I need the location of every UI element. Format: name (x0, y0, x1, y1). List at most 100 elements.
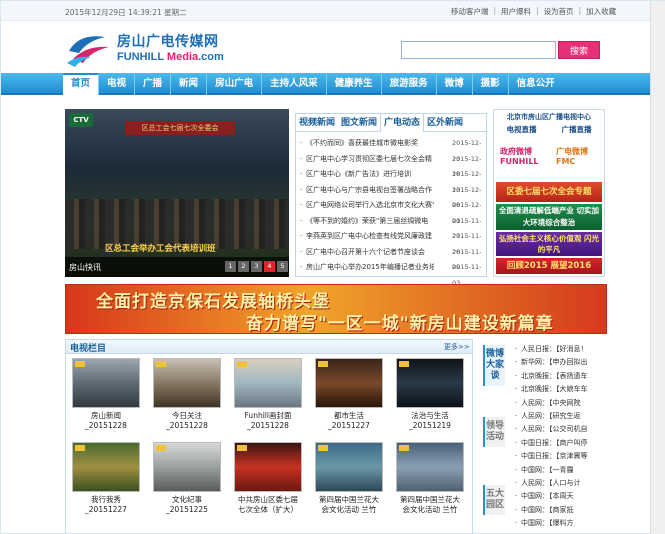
link-user-report[interactable]: 用户爆料 (501, 6, 531, 17)
slide-dot-5[interactable]: 5 (277, 261, 288, 272)
weibo-item[interactable]: 人民日报：【好消息！ (515, 343, 609, 356)
news-item[interactable]: 《等不到的婚约》荣获"第三届丝绸微电2015-11-27 (300, 214, 484, 241)
weibo-item[interactable]: 中国网：【本周天 (515, 490, 609, 503)
weibo-item[interactable]: 新华网：【申办回拟出 (515, 356, 609, 369)
tv-program-card[interactable]: 第四届中国兰花大 会文化活动 兰竹 (396, 442, 464, 515)
program-thumbnail (315, 358, 383, 408)
nav-home[interactable]: 首页 (63, 73, 100, 95)
review-2015-banner[interactable]: 回顾2015 展望2016 (496, 258, 602, 274)
nav-info-public[interactable]: 信息公开 (509, 73, 563, 95)
logo-mark-icon (67, 36, 109, 67)
tab-leader-activities[interactable]: 领导活动 (483, 417, 505, 447)
news-item[interactable]: 李燕英到区广电中心检查有线党风廉政建2015-11-26 (300, 229, 484, 256)
vertical-scrollbar[interactable] (650, 1, 665, 534)
weibo-item[interactable]: 人民网：【中央网院 (515, 397, 609, 410)
tab-broadcast-updates[interactable]: 广电动态 (380, 114, 425, 132)
slideshow-caption[interactable]: 房山快讯 (69, 262, 101, 273)
slide-dot-2[interactable]: 2 (238, 261, 249, 272)
program-thumbnail (396, 442, 464, 492)
nav-news[interactable]: 新闻 (171, 73, 208, 95)
tv-program-card[interactable]: Funhill画封面 _20151228 (234, 358, 302, 431)
news-tabs: 视频新闻 图文新闻 广电动态 区外新闻 (296, 114, 486, 132)
slide-dot-4[interactable]: 4 (264, 261, 275, 272)
radio-live-link[interactable]: 广播直播 (562, 124, 592, 135)
tab-video-news[interactable]: 视频新闻 (296, 114, 338, 132)
tv-program-card[interactable]: 都市生活 _20151227 (315, 358, 383, 431)
news-item[interactable]: 区广电中心与广宗县电视台签署战略合作2015-12-08 (300, 183, 484, 210)
nav-health[interactable]: 健康养生 (327, 73, 382, 95)
gov-weibo-icon[interactable]: 政府微博 FUNHILL (500, 146, 544, 176)
tab-photo-news[interactable]: 图文新闻 (338, 114, 380, 132)
nav-radio[interactable]: 广播 (135, 73, 172, 95)
news-item[interactable]: 区广电网络公司举行入选北京市文化大赛节2015-12-01 (300, 198, 484, 225)
nav-travel[interactable]: 旅游服务 (382, 73, 437, 95)
nav-hosts[interactable]: 主持人风采 (262, 73, 327, 95)
tv-program-card[interactable]: 法治与生活 _20151219 (396, 358, 464, 431)
plenary-special-banner[interactable]: 区委七届七次全会专题 (496, 182, 602, 202)
weibo-item[interactable]: 中国网：【商家抵 (515, 504, 609, 517)
program-caption: 都市生活 _20151227 (328, 411, 370, 430)
news-item[interactable]: 《不约而同》喜获最佳城市微电影奖2015-12-23 (300, 136, 484, 163)
tab-outside-news[interactable]: 区外新闻 (424, 114, 466, 132)
weibo-item[interactable]: 人民网：【研究生返 (515, 410, 609, 423)
news-tabs-box: 视频新闻 图文新闻 广电动态 区外新闻 《不约而同》喜获最佳城市微电影奖2015… (295, 113, 487, 287)
program-thumbnail (153, 442, 221, 492)
live-links: 电视直播 广播直播 (494, 124, 604, 135)
tab-weibo-discussion[interactable]: 微博大家谈 (483, 345, 505, 386)
tv-program-card[interactable]: 文化纪事 _20151225 (153, 442, 221, 515)
weibo-item[interactable]: 中国日报：【京津冀等 (515, 450, 609, 463)
weibo-item[interactable]: 北京晚报：【表扬遗车 (515, 370, 609, 383)
news-slideshow[interactable]: 区总工会七届七次全委会 CTV 区总工会举办工会代表培训班 房山快讯 1 2 3… (65, 109, 289, 277)
logo-english-name: FUNHILL Media.com (117, 51, 224, 63)
link-add-favorite[interactable]: 加入收藏 (586, 6, 616, 17)
site-logo[interactable]: 房山广电传媒网 FUNHILL Media.com (65, 27, 265, 69)
core-values-banner[interactable]: 弘扬社会主义核心价值观 闪光的平凡 (496, 232, 602, 256)
weibo-item[interactable]: 北京晚报：【大娘车车 (515, 383, 609, 396)
tab-five-parks[interactable]: 五大园区 (483, 485, 505, 515)
ctv-logo-icon: CTV (69, 113, 93, 127)
tv-program-card[interactable]: 房山新闻 _20151228 (72, 358, 140, 431)
slide-dot-1[interactable]: 1 (225, 261, 236, 272)
search-button[interactable]: 搜索 (558, 41, 600, 59)
tv-programs-section: 电视栏目 更多>> 房山新闻 _20151228 今日关注 _20151228 Fu… (65, 339, 473, 534)
nav-tv[interactable]: 电视 (99, 73, 136, 95)
weibo-item[interactable]: 中国网：【爆料方 (515, 517, 609, 530)
program-caption: 今日关注 _20151228 (166, 411, 208, 430)
separator: | (536, 6, 539, 15)
tv-section-title: 电视栏目 (70, 344, 107, 354)
logo-chinese-name: 房山广电传媒网 (117, 34, 219, 50)
program-caption: 法治与生活 _20151219 (409, 411, 451, 430)
program-thumbnail (72, 358, 140, 408)
program-thumbnail (234, 442, 302, 492)
weibo-item[interactable]: 人民网：【公交司机自 (515, 423, 609, 436)
news-item[interactable]: 区广电中心召开第十六个记者节座谈会2015-11-09 (300, 245, 484, 272)
news-item[interactable]: 房山广电中心举办2015年编播记者业务培2015-11-03 (300, 260, 484, 287)
nav-fangshan-broadcast[interactable]: 房山广电 (207, 73, 263, 95)
slide-dot-3[interactable]: 3 (251, 261, 262, 272)
tv-more-link[interactable]: 更多>> (444, 342, 470, 352)
broadcast-weibo-icon[interactable]: 广电微博 FMC (556, 146, 600, 176)
search-area: 搜索 (401, 41, 601, 59)
tv-live-link[interactable]: 电视直播 (507, 124, 537, 135)
link-mobile-client[interactable]: 移动客户端 (451, 6, 489, 17)
nav-weibo[interactable]: 微博 (437, 73, 473, 95)
program-caption: Funhill画封面 _20151228 (244, 411, 292, 430)
link-set-homepage[interactable]: 设为首页 (544, 6, 574, 17)
industry-cleanup-banner[interactable]: 全面清退疏解低端产业 切实加大环境综合整治 (496, 204, 602, 230)
page: 2015年12月29日 14:39:21 星期二 移动客户端 | 用户爆料 | … (0, 0, 665, 534)
slogan-banner[interactable]: 全面打造京保石发展轴桥头堡 奋力谱写"一区一城"新房山建设新篇章 (65, 284, 607, 334)
slogan-line-2: 奋力谱写"一区一城"新房山建设新篇章 (246, 314, 554, 334)
news-item[interactable]: 区广电中心《新广告法》进行培训2015-12-13 (300, 167, 484, 194)
news-item[interactable]: 区广电中心学习贯彻区委七届七次全会精2015-12-18 (300, 152, 484, 179)
tv-program-card[interactable]: 第四届中国兰花大 会文化活动 兰竹 (315, 442, 383, 515)
tv-program-card[interactable]: 我行我秀 _20151227 (72, 442, 140, 515)
program-caption: 文化纪事 _20151225 (166, 495, 208, 514)
news-list: 《不约而同》喜获最佳城市微电影奖2015-12-23 区广电中心学习贯彻区委七届… (300, 136, 484, 287)
search-input[interactable] (401, 41, 556, 59)
weibo-item[interactable]: 中国网：【一青霾 (515, 464, 609, 477)
weibo-item[interactable]: 中国日报：【商户叫停 (515, 437, 609, 450)
nav-photo[interactable]: 摄影 (473, 73, 509, 95)
tv-program-card[interactable]: 今日关注 _20151228 (153, 358, 221, 431)
weibo-item[interactable]: 人民网：【人口与计 (515, 477, 609, 490)
tv-program-card[interactable]: 中共房山区委七届 七次全体（扩大） (234, 442, 302, 515)
